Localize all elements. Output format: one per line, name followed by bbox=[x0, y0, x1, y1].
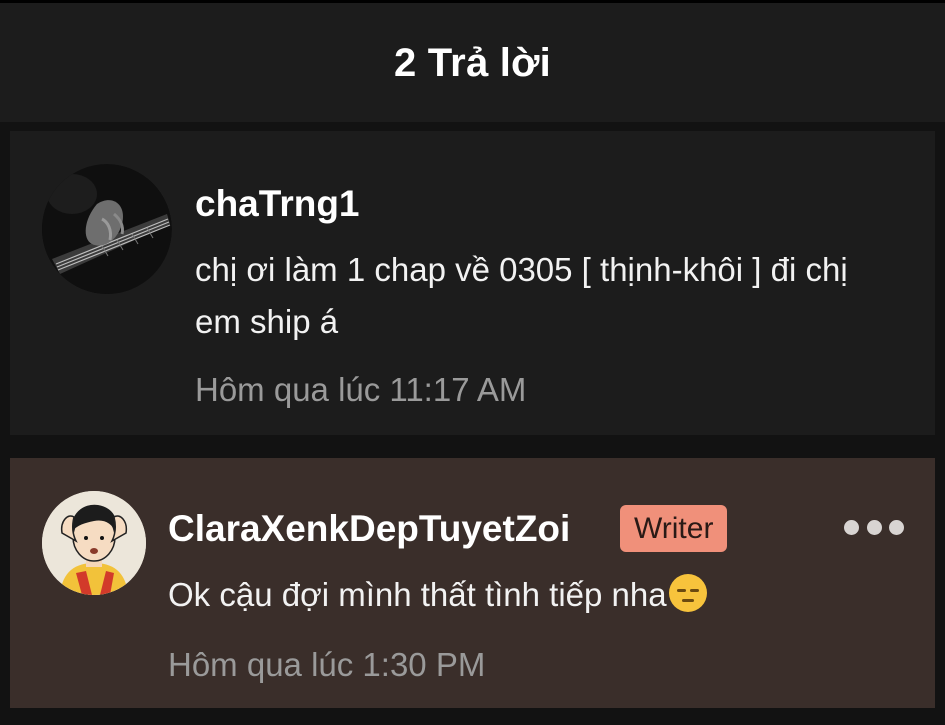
guitar-photo-avatar-icon bbox=[42, 164, 172, 294]
dot-icon bbox=[866, 519, 882, 535]
comment-timestamp: Hôm qua lúc 11:17 AM bbox=[195, 371, 527, 408]
comment-item-highlighted: ClaraXenkDepTuyetZoi Writer Ok cậu đợi m… bbox=[10, 458, 935, 708]
comment-timestamp: Hôm qua lúc 1:30 PM bbox=[168, 646, 486, 683]
comment-text-container: Ok cậu đợi mình thất tình tiếp nha bbox=[168, 569, 888, 621]
comment-username[interactable]: chaTrng1 bbox=[195, 183, 360, 225]
more-options-icon[interactable] bbox=[844, 516, 904, 538]
writer-badge: Writer bbox=[620, 505, 728, 552]
dot-icon bbox=[889, 519, 904, 535]
comment-item: chaTrng1 chị ơi làm 1 chap về 0305 [ thị… bbox=[10, 131, 935, 435]
avatar[interactable] bbox=[42, 491, 146, 595]
pensive-face-emoji-icon bbox=[668, 574, 707, 612]
comment-username[interactable]: ClaraXenkDepTuyetZoi bbox=[168, 508, 570, 550]
replies-header: 2 Trả lời bbox=[0, 0, 945, 122]
page-title: 2 Trả lời bbox=[394, 41, 551, 85]
avatar[interactable] bbox=[42, 164, 172, 294]
comment-text: chị ơi làm 1 chap về 0305 [ thịnh-khôi ]… bbox=[195, 251, 848, 340]
cartoon-boy-avatar-icon bbox=[42, 491, 146, 595]
dot-icon bbox=[844, 519, 859, 535]
comment-text: Ok cậu đợi mình thất tình tiếp nha bbox=[168, 576, 667, 613]
